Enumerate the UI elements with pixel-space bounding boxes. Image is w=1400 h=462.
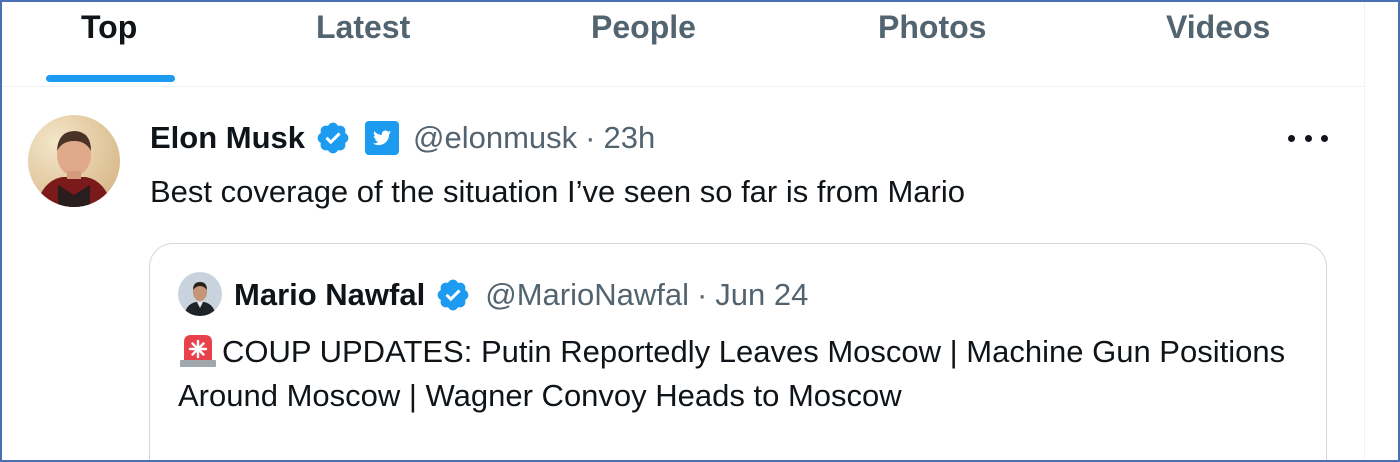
tweet-header: Elon Musk @elonmusk · 23h bbox=[150, 114, 655, 162]
verified-badge-icon[interactable] bbox=[435, 277, 471, 313]
tab-latest-label: Latest bbox=[316, 9, 411, 45]
siren-emoji-icon bbox=[178, 332, 218, 368]
tab-videos[interactable]: Videos bbox=[1166, 2, 1270, 86]
column-divider bbox=[1364, 2, 1365, 460]
author-name[interactable]: Elon Musk bbox=[150, 120, 305, 156]
quoted-header-separator: · bbox=[696, 277, 708, 312]
quoted-tweet[interactable]: Mario Nawfal @MarioNawfal · Jun 24 COUP … bbox=[149, 243, 1327, 460]
tab-people[interactable]: People bbox=[591, 2, 696, 86]
header-separator: · bbox=[585, 120, 596, 155]
quoted-avatar[interactable] bbox=[178, 272, 222, 316]
quoted-tweet-text: COUP UPDATES: Putin Reportedly Leaves Mo… bbox=[178, 334, 1286, 413]
tabs-divider bbox=[2, 86, 1364, 87]
quoted-author-handle[interactable]: @MarioNawfal bbox=[485, 277, 689, 313]
tab-latest[interactable]: Latest bbox=[316, 2, 410, 86]
search-tabs: Top Latest People Photos Videos bbox=[2, 2, 1364, 86]
tweet-timestamp[interactable]: 23h bbox=[604, 120, 656, 156]
author-handle[interactable]: @elonmusk bbox=[413, 120, 577, 156]
avatar-image bbox=[28, 115, 120, 207]
avatar[interactable] bbox=[28, 115, 120, 207]
tab-photos[interactable]: Photos bbox=[878, 2, 986, 86]
quoted-tweet-header: Mario Nawfal @MarioNawfal · Jun 24 bbox=[234, 272, 808, 318]
quoted-avatar-image bbox=[178, 272, 222, 316]
tweet-text: Best coverage of the situation I’ve seen… bbox=[150, 174, 965, 209]
tab-videos-label: Videos bbox=[1166, 9, 1271, 45]
twitter-bird-badge-icon[interactable] bbox=[365, 121, 400, 155]
quoted-tweet-text-block: COUP UPDATES: Putin Reportedly Leaves Mo… bbox=[178, 330, 1298, 418]
more-options-icon[interactable] bbox=[1286, 122, 1330, 154]
active-tab-indicator bbox=[46, 75, 175, 82]
tab-photos-label: Photos bbox=[878, 9, 987, 45]
tab-people-label: People bbox=[591, 9, 696, 45]
tab-top-label: Top bbox=[81, 9, 138, 45]
tab-top[interactable]: Top bbox=[81, 2, 137, 86]
quoted-author-name[interactable]: Mario Nawfal bbox=[234, 277, 425, 313]
verified-badge-icon[interactable] bbox=[315, 120, 351, 156]
search-results-panel: Top Latest People Photos Videos Elon Mus… bbox=[0, 0, 1400, 462]
quoted-tweet-date[interactable]: Jun 24 bbox=[715, 277, 808, 313]
